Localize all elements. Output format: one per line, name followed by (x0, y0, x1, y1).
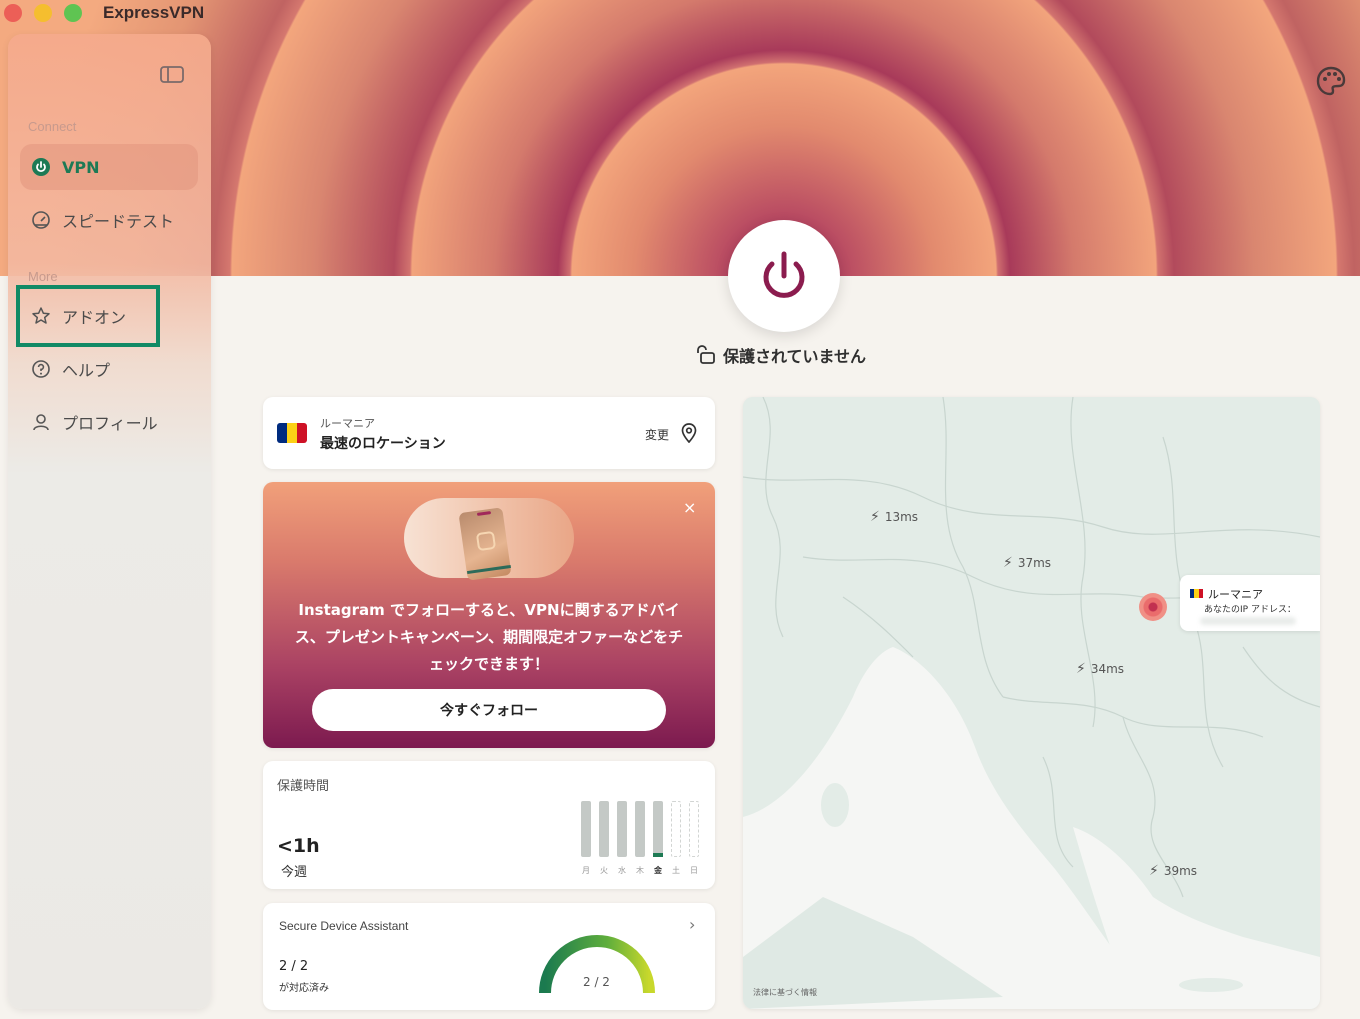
romania-flag-icon (1190, 589, 1203, 598)
popup-ip-label: あなたのIP アドレス： (1204, 605, 1296, 615)
promo-text: Instagram でフォローすると、VPNに関するアドバイス、プレゼントキャン… (294, 601, 684, 673)
day-label: 木 (636, 866, 644, 875)
ip-address-blurred (1200, 617, 1296, 625)
sda-gauge-label: 2 / 2 (583, 975, 610, 989)
sidebar-icon (160, 66, 184, 83)
sidebar-item-profile[interactable]: プロフィール (20, 399, 198, 445)
connection-status: 保護されていません (695, 343, 866, 367)
sidebar: Connect VPN スピードテスト More アドオン ヘルプ プロフィール (8, 34, 211, 1009)
romania-flag-icon (277, 423, 307, 443)
speedometer-icon (30, 209, 52, 231)
app-title: ExpressVPN (103, 3, 205, 22)
latency-label: ⚡ 39ms (1149, 863, 1198, 879)
protection-time-value: <1h (277, 835, 320, 857)
map-card[interactable]: ⚡ 13ms ⚡ 37ms ⚡ 34ms ⚡ 39ms ルーマニア あなたのIP アドレ… (743, 397, 1320, 1009)
day-bar (635, 801, 645, 857)
sidebar-item-vpn[interactable]: VPN (20, 144, 198, 190)
map-footnote[interactable]: 法律に基づく情報 (753, 987, 817, 998)
day-bar (581, 801, 591, 857)
popup-country: ルーマニア (1208, 588, 1263, 601)
user-icon (30, 411, 52, 433)
latency-label: ⚡ 34ms (1076, 661, 1125, 677)
unlocked-icon (697, 345, 715, 364)
window-minimize-button[interactable] (34, 4, 52, 22)
day-bar (617, 801, 627, 857)
status-text: 保護されていません (723, 347, 867, 366)
sidebar-item-label: プロフィール (62, 414, 158, 433)
star-icon (30, 305, 52, 327)
sidebar-item-addons[interactable]: アドオン (20, 293, 198, 339)
protection-time-period: 今週 (281, 865, 308, 880)
help-circle-icon (30, 358, 52, 380)
palette-icon (1316, 66, 1346, 96)
close-icon[interactable]: × (683, 498, 696, 517)
change-location-button[interactable]: 変更 (645, 426, 669, 443)
sidebar-item-label: ヘルプ (62, 361, 111, 380)
power-icon (30, 156, 52, 178)
follow-now-button[interactable]: 今すぐフォロー (312, 689, 666, 731)
latency-label: ⚡ 37ms (1003, 555, 1052, 571)
sda-status: が対応済み (279, 983, 329, 994)
day-bar-today (653, 801, 663, 857)
location-country: ルーマニア (320, 417, 375, 430)
sidebar-toggle-button[interactable] (158, 64, 186, 86)
window-zoom-button[interactable] (64, 4, 82, 22)
protection-time-title: 保護時間 (277, 779, 330, 794)
instagram-icon (475, 530, 497, 552)
power-icon (763, 251, 805, 298)
day-bar (671, 801, 681, 857)
location-pin-icon[interactable] (681, 423, 697, 447)
location-popup: ルーマニア あなたのIP アドレス： (1180, 575, 1320, 631)
sidebar-item-label: スピードテスト (62, 212, 175, 231)
protection-time-card: 保護時間 <1h 今週 月 火 水 木 金 土 日 (263, 761, 715, 889)
section-label-more: More (28, 269, 58, 284)
day-bar (599, 801, 609, 857)
day-label: 日 (690, 866, 698, 875)
chevron-right-icon: › (689, 915, 696, 934)
window-close-button[interactable] (4, 4, 22, 22)
day-label: 月 (582, 866, 590, 875)
day-label: 火 (600, 866, 608, 875)
theme-palette-button[interactable] (1314, 64, 1348, 98)
current-location-marker[interactable] (1139, 593, 1167, 621)
sidebar-item-label: VPN (62, 157, 100, 177)
sidebar-item-label: アドオン (62, 308, 127, 327)
latency-label: ⚡ 13ms (870, 509, 919, 525)
day-label: 金 (654, 866, 662, 875)
sda-count: 2 / 2 (279, 959, 309, 974)
location-name: 最速のロケーション (320, 436, 446, 452)
day-label: 水 (618, 866, 626, 875)
section-label-connect: Connect (28, 119, 77, 134)
lightning-icon: ⚡ (1003, 555, 1013, 571)
day-bar (689, 801, 699, 857)
sidebar-item-speedtest[interactable]: スピードテスト (20, 197, 198, 243)
day-label: 土 (672, 866, 680, 875)
connect-power-button[interactable] (728, 220, 840, 332)
europe-map (743, 397, 1320, 1009)
sda-title: Secure Device Assistant (279, 919, 409, 933)
lightning-icon: ⚡ (1149, 863, 1159, 879)
lightning-icon: ⚡ (870, 509, 880, 525)
secure-device-assistant-card[interactable]: Secure Device Assistant › 2 / 2 が対応済み 2 … (263, 903, 715, 1010)
lightning-icon: ⚡ (1076, 661, 1086, 677)
sidebar-item-help[interactable]: ヘルプ (20, 346, 198, 392)
location-card[interactable]: ルーマニア 最速のロケーション 変更 (263, 397, 715, 469)
instagram-promo-card: × Instagram でフォローすると、VPNに関するアドバイス、プレゼントキ… (263, 482, 715, 748)
